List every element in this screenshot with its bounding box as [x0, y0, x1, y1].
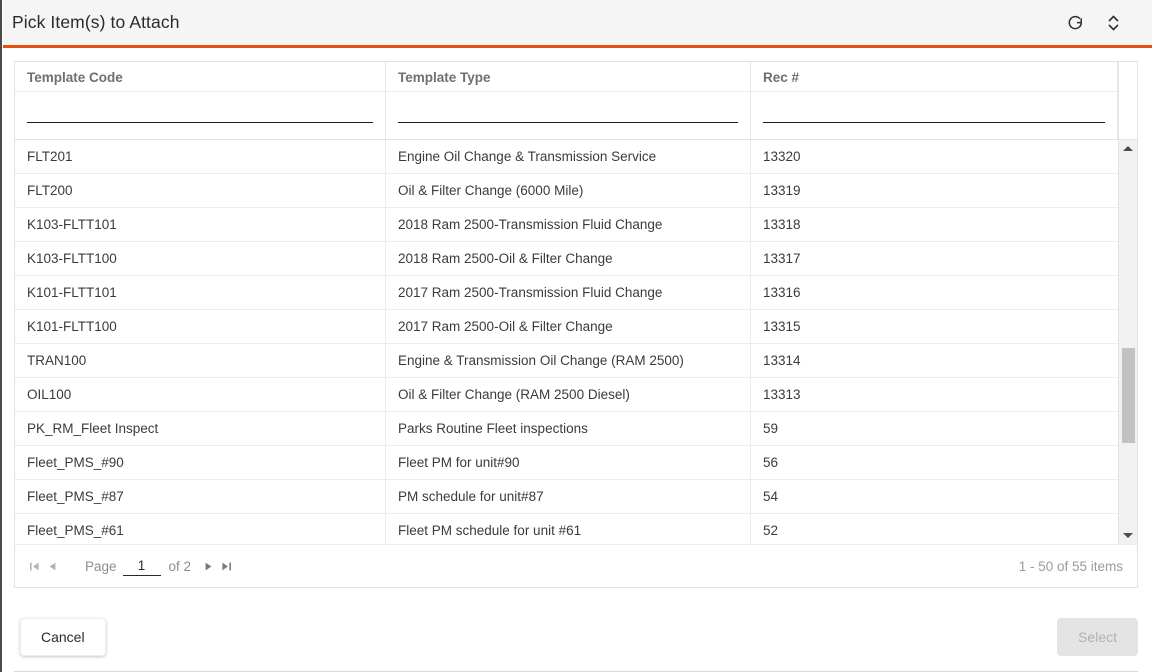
cell-template-type: Parks Routine Fleet inspections: [386, 412, 751, 445]
pager-items-summary: 1 - 50 of 55 items: [1018, 558, 1123, 574]
column-filter-cell: [386, 92, 750, 139]
table-row[interactable]: Fleet_PMS_#61 Fleet PM schedule for unit …: [15, 514, 1118, 544]
cell-template-type: Engine & Transmission Oil Change (RAM 25…: [386, 344, 751, 377]
dialog-body: Template Code Template Type Rec # FLT201…: [0, 48, 1152, 600]
scrollbar-thumb[interactable]: [1122, 348, 1135, 443]
titlebar-actions: [1064, 12, 1124, 34]
grid-row-container: FLT201 Engine Oil Change & Transmission S…: [15, 140, 1118, 544]
page-number-input[interactable]: [122, 556, 161, 576]
cell-template-type: Oil & Filter Change (RAM 2500 Diesel): [386, 378, 751, 411]
table-row[interactable]: PK_RM_Fleet Inspect Parks Routine Fleet i…: [15, 412, 1118, 446]
refresh-icon[interactable]: [1064, 12, 1086, 34]
cell-template-code: K103-FLTT101: [15, 208, 386, 241]
cell-template-code: OIL100: [15, 378, 386, 411]
cell-template-type: 2017 Ram 2500-Transmission Fluid Change: [386, 276, 751, 309]
cell-rec-no: 13314: [763, 353, 801, 368]
cell-rec-no: 13315: [763, 319, 801, 334]
dialog-footer: Cancel Select: [0, 600, 1152, 672]
dialog-titlebar: Pick Item(s) to Attach: [0, 0, 1152, 48]
cell-rec-no: 59: [763, 421, 779, 436]
cell-template-code: Fleet_PMS_#90: [15, 446, 386, 479]
cell-rec-no: 13320: [763, 149, 801, 164]
table-row[interactable]: TRAN100 Engine & Transmission Oil Change …: [15, 344, 1118, 378]
cell-template-type: 2017 Ram 2500-Oil & Filter Change: [386, 310, 751, 343]
cell-template-code: FLT201: [15, 140, 386, 173]
column-header-label: Template Type: [386, 62, 750, 92]
cell-rec-no: 52: [763, 523, 779, 538]
cell-template-code: K101-FLTT101: [15, 276, 386, 309]
cell-template-type: PM schedule for unit#87: [386, 480, 751, 513]
filter-input-rec-no[interactable]: [763, 101, 1105, 123]
grid-pager: Page of 2 1 - 50 of 5: [15, 544, 1137, 587]
expand-collapse-icon[interactable]: [1102, 12, 1124, 34]
column-header-template-code[interactable]: Template Code: [15, 62, 386, 139]
pager-page-label: Page: [85, 558, 117, 574]
cell-template-type: 2018 Ram 2500-Oil & Filter Change: [386, 242, 751, 275]
cell-template-code: Fleet_PMS_#87: [15, 480, 386, 513]
grid-header-scroll-spacer: [1118, 62, 1137, 139]
table-row[interactable]: Fleet_PMS_#90 Fleet PM for unit#90 56: [15, 446, 1118, 480]
filter-input-template-code[interactable]: [27, 101, 373, 123]
cell-template-code: K103-FLTT100: [15, 242, 386, 275]
table-row[interactable]: K101-FLTT100 2017 Ram 2500-Oil & Filter C…: [15, 310, 1118, 344]
table-row[interactable]: Fleet_PMS_#87 PM schedule for unit#87 54: [15, 480, 1118, 514]
column-header-template-type[interactable]: Template Type: [386, 62, 751, 139]
page-title: Pick Item(s) to Attach: [12, 12, 180, 32]
page-last-icon[interactable]: [217, 555, 235, 577]
column-filter-cell: [15, 92, 385, 139]
cell-rec-no: 54: [763, 489, 779, 504]
pick-items-dialog: Pick Item(s) to Attach Template Code Tem…: [0, 0, 1152, 672]
cell-template-code: K101-FLTT100: [15, 310, 386, 343]
cell-rec-no: 13317: [763, 251, 801, 266]
templates-grid: Template Code Template Type Rec # FLT201…: [14, 61, 1138, 588]
column-filter-cell: [751, 92, 1117, 139]
cell-rec-no: 13319: [763, 183, 801, 198]
page-prev-icon[interactable]: [43, 555, 61, 577]
cell-template-type: Fleet PM for unit#90: [386, 446, 751, 479]
pager-controls: Page of 2: [25, 555, 1019, 577]
column-header-label: Rec #: [751, 62, 1117, 92]
cell-rec-no: 13313: [763, 387, 801, 402]
window-left-edge-inner: [2, 0, 3, 672]
cell-rec-no: 56: [763, 455, 779, 470]
pager-total-pages: of 2: [168, 558, 192, 574]
cell-template-type: Oil & Filter Change (6000 Mile): [386, 174, 751, 207]
grid-vertical-scrollbar[interactable]: [1118, 140, 1137, 544]
caret-up-icon[interactable]: [1119, 140, 1137, 157]
table-row[interactable]: FLT200 Oil & Filter Change (6000 Mile) 133…: [15, 174, 1118, 208]
page-next-icon[interactable]: [199, 555, 217, 577]
cell-template-code: Fleet_PMS_#61: [15, 514, 386, 544]
table-row[interactable]: K103-FLTT101 2018 Ram 2500-Transmission F…: [15, 208, 1118, 242]
cancel-button[interactable]: Cancel: [20, 617, 106, 656]
cell-template-code: FLT200: [15, 174, 386, 207]
select-button[interactable]: Select: [1057, 617, 1138, 656]
grid-data-area: FLT201 Engine Oil Change & Transmission S…: [15, 140, 1137, 544]
table-row[interactable]: FLT201 Engine Oil Change & Transmission S…: [15, 140, 1118, 174]
cell-template-type: Engine Oil Change & Transmission Service: [386, 140, 751, 173]
column-header-label: Template Code: [15, 62, 385, 92]
cell-template-code: PK_RM_Fleet Inspect: [15, 412, 386, 445]
table-row[interactable]: K103-FLTT100 2018 Ram 2500-Oil & Filter C…: [15, 242, 1118, 276]
cell-template-type: Fleet PM schedule for unit #61: [386, 514, 751, 544]
filter-input-template-type[interactable]: [398, 101, 738, 123]
grid-header: Template Code Template Type Rec #: [15, 62, 1137, 140]
cell-rec-no: 13316: [763, 285, 801, 300]
column-header-rec-no[interactable]: Rec #: [751, 62, 1118, 139]
table-row[interactable]: K101-FLTT101 2017 Ram 2500-Transmission F…: [15, 276, 1118, 310]
cell-rec-no: 13318: [763, 217, 801, 232]
cell-template-type: 2018 Ram 2500-Transmission Fluid Change: [386, 208, 751, 241]
caret-down-icon[interactable]: [1119, 527, 1137, 544]
table-row[interactable]: OIL100 Oil & Filter Change (RAM 2500 Dies…: [15, 378, 1118, 412]
page-first-icon[interactable]: [25, 555, 43, 577]
cell-template-code: TRAN100: [15, 344, 386, 377]
